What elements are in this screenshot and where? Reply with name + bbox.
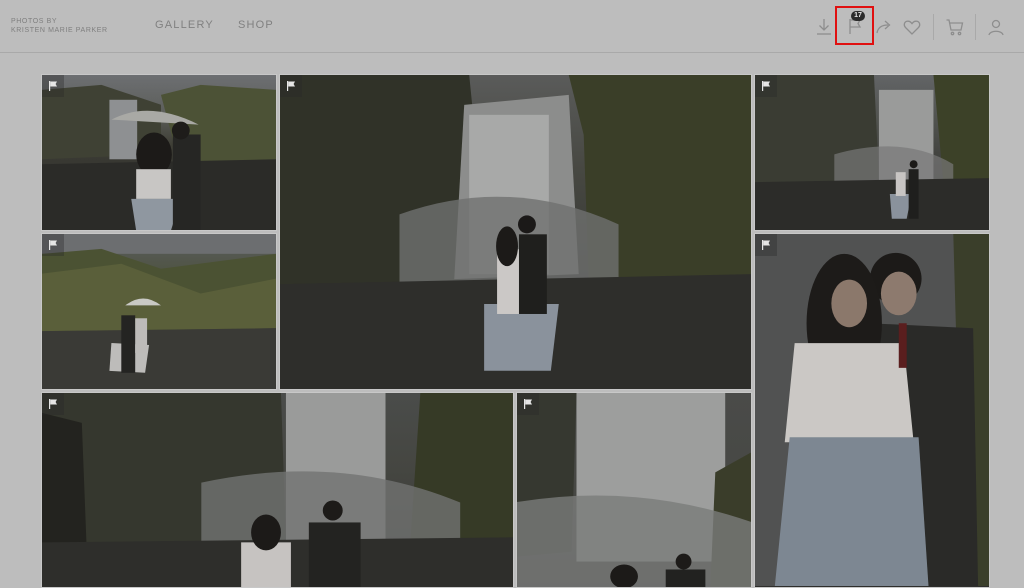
- photo-flag-button[interactable]: [42, 234, 64, 256]
- flag-icon: [49, 399, 57, 409]
- photo-couple-umbrella-valley: [42, 234, 276, 389]
- brand-line-2: KRISTEN MARIE PARKER: [11, 27, 108, 34]
- photo-couple-umbrella-waterfall: [42, 84, 276, 230]
- photo-gallery: [0, 54, 1024, 588]
- photo-flag-button[interactable]: [42, 393, 64, 415]
- cart-icon: [946, 19, 964, 36]
- header: PHOTOS BY KRISTEN MARIE PARKER GALLERY S…: [0, 0, 1024, 53]
- photo-couple-distant-waterfall: [755, 75, 989, 230]
- flag-icon: [49, 240, 57, 250]
- nav-shop[interactable]: SHOP: [238, 19, 274, 31]
- gallery-photo[interactable]: [754, 74, 990, 231]
- toolbar-divider: [933, 14, 934, 40]
- flag-icon: [524, 399, 532, 409]
- flag-icon: [49, 81, 57, 91]
- photo-couple-large-waterfall: [280, 75, 751, 389]
- photo-flag-button[interactable]: [517, 393, 539, 415]
- photo-flag-button[interactable]: [755, 75, 777, 97]
- download-button[interactable]: [809, 12, 839, 42]
- download-icon: [817, 19, 831, 35]
- photo-couple-portrait: [755, 234, 989, 586]
- photo-flag-button[interactable]: [42, 75, 64, 97]
- flag-icon: [287, 81, 295, 91]
- gallery-photo[interactable]: [754, 233, 990, 588]
- share-icon: [876, 20, 891, 34]
- brand-line-1: PHOTOS BY: [11, 18, 58, 25]
- flagged-button[interactable]: 17: [835, 6, 874, 45]
- share-button[interactable]: [869, 12, 899, 42]
- photo-flag-button[interactable]: [755, 234, 777, 256]
- user-icon: [988, 19, 1004, 36]
- flag-icon: [762, 81, 770, 91]
- gallery-photo[interactable]: [41, 392, 514, 588]
- favorite-button[interactable]: [897, 12, 927, 42]
- flag-icon: [762, 240, 770, 250]
- account-button[interactable]: [981, 12, 1011, 42]
- nav-gallery[interactable]: GALLERY: [155, 19, 214, 31]
- toolbar-divider: [975, 14, 976, 40]
- photo-couple-waterfall-bottom: [517, 393, 751, 587]
- gallery-photo[interactable]: [41, 74, 277, 231]
- main-nav: GALLERY SHOP: [155, 19, 274, 31]
- flag-count-badge: 17: [851, 11, 865, 21]
- gallery-photo[interactable]: [41, 233, 277, 390]
- gallery-photo[interactable]: [516, 392, 752, 588]
- brand-logo[interactable]: PHOTOS BY KRISTEN MARIE PARKER: [11, 17, 108, 35]
- gallery-photo[interactable]: [279, 74, 752, 390]
- photo-couple-walking-waterfall: [42, 393, 513, 587]
- heart-icon: [903, 20, 921, 35]
- photo-flag-button[interactable]: [280, 75, 302, 97]
- cart-button[interactable]: [940, 12, 970, 42]
